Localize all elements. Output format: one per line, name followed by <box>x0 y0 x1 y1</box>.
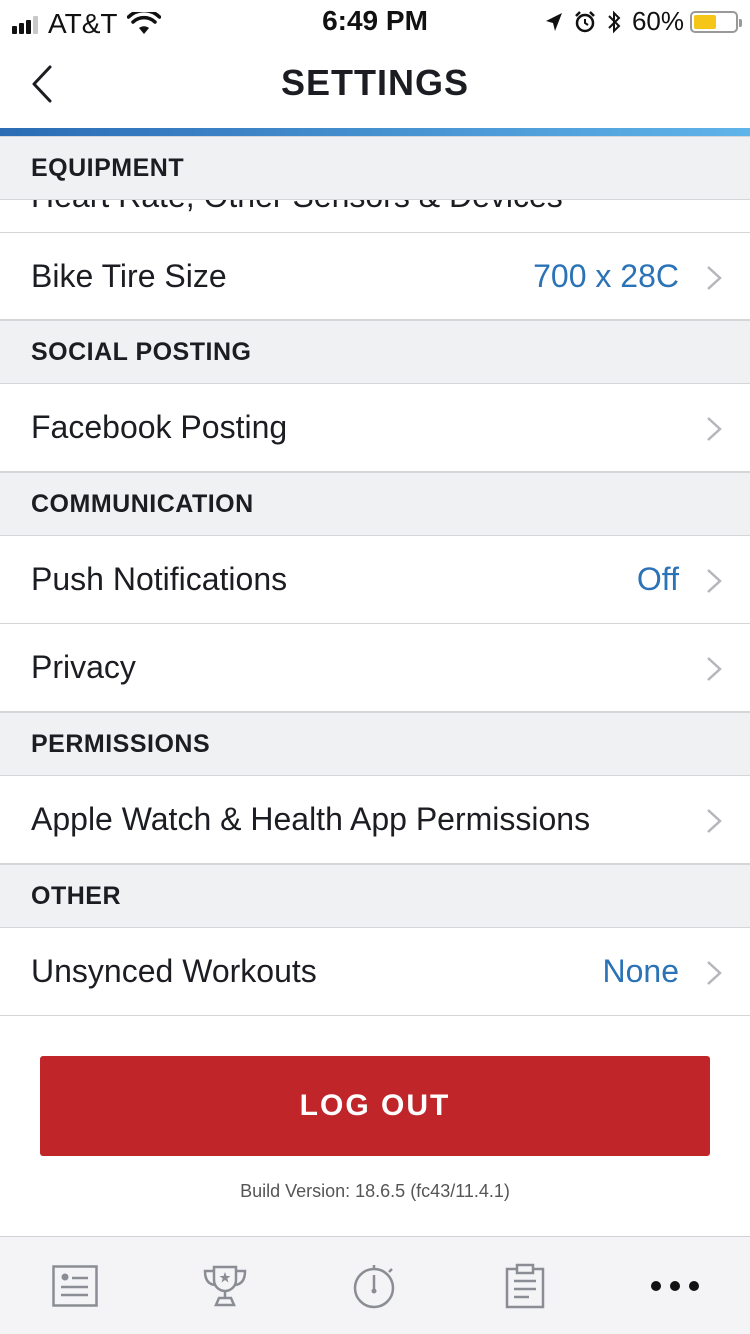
logout-button[interactable]: LOG OUT <box>40 1056 710 1156</box>
section-header-other: OTHER <box>0 864 750 928</box>
list-item-value: Off <box>636 561 679 597</box>
trophy-icon <box>203 1265 247 1306</box>
list-item-label: Facebook Posting <box>31 409 288 445</box>
bluetooth-icon <box>608 10 621 33</box>
list-item-sensors-partial[interactable]: Heart Rate, Other Sensors & Devices <box>0 200 750 232</box>
feed-icon <box>52 1264 98 1307</box>
chevron-right-icon <box>707 266 722 290</box>
location-icon <box>545 12 562 31</box>
chevron-right-icon <box>707 657 722 681</box>
settings-list[interactable]: EQUIPMENT Heart Rate, Other Sensors & De… <box>0 136 750 1016</box>
status-right: 60% <box>544 6 742 37</box>
tab-record[interactable] <box>300 1237 450 1334</box>
section-header-equipment: EQUIPMENT <box>0 136 750 200</box>
tab-feed[interactable] <box>0 1237 150 1334</box>
list-item-bike-tire-size[interactable]: Bike Tire Size 700 x 28C <box>0 232 750 320</box>
more-icon <box>651 1280 699 1291</box>
page-title: SETTINGS <box>280 62 470 103</box>
section-header-social-posting: SOCIAL POSTING <box>0 320 750 384</box>
list-item-label: Heart Rate, Other Sensors & Devices <box>31 200 563 215</box>
section-header-permissions: PERMISSIONS <box>0 712 750 776</box>
chevron-right-icon <box>707 809 722 833</box>
list-item-facebook-posting[interactable]: Facebook Posting <box>0 384 750 472</box>
clipboard-icon <box>505 1263 545 1308</box>
tab-challenges[interactable] <box>150 1237 300 1334</box>
status-bar: AT&T 6:49 PM 60% <box>0 0 750 40</box>
list-item-apple-watch-health[interactable]: Apple Watch & Health App Permissions <box>0 776 750 864</box>
stopwatch-icon <box>353 1264 395 1308</box>
navigation-bar: SETTINGS <box>0 40 750 128</box>
chevron-right-icon <box>707 961 722 985</box>
screen: AT&T 6:49 PM 60% SETTINGS EQUIPMENT Bike… <box>0 0 750 1334</box>
header-accent-bar <box>0 128 750 136</box>
list-item-label: Unsynced Workouts <box>31 953 317 989</box>
list-item-label: Apple Watch & Health App Permissions <box>31 801 591 837</box>
list-item-label: Push Notifications <box>31 561 288 597</box>
battery-level <box>694 14 717 29</box>
battery-percent: 60% <box>631 6 684 36</box>
tab-bar <box>0 1236 750 1334</box>
chevron-right-icon <box>707 417 722 441</box>
chevron-right-icon <box>707 569 722 593</box>
list-item-label: Bike Tire Size <box>31 257 227 294</box>
list-item-unsynced-workouts[interactable]: Unsynced Workouts None <box>0 928 750 1016</box>
tab-training[interactable] <box>450 1237 600 1334</box>
build-version: Build Version: 18.6.5 (fc43/11.4.1) <box>240 1181 510 1201</box>
tab-more[interactable] <box>600 1237 750 1334</box>
alarm-icon <box>575 10 595 32</box>
list-item-push-notifications[interactable]: Push Notifications Off <box>0 536 750 624</box>
list-item-label: Privacy <box>31 649 136 685</box>
section-header-communication: COMMUNICATION <box>0 472 750 536</box>
list-item-privacy[interactable]: Privacy <box>0 624 750 712</box>
list-item-value: None <box>602 953 680 989</box>
list-item-value: 700 x 28C <box>533 257 679 294</box>
battery-icon <box>690 10 742 33</box>
